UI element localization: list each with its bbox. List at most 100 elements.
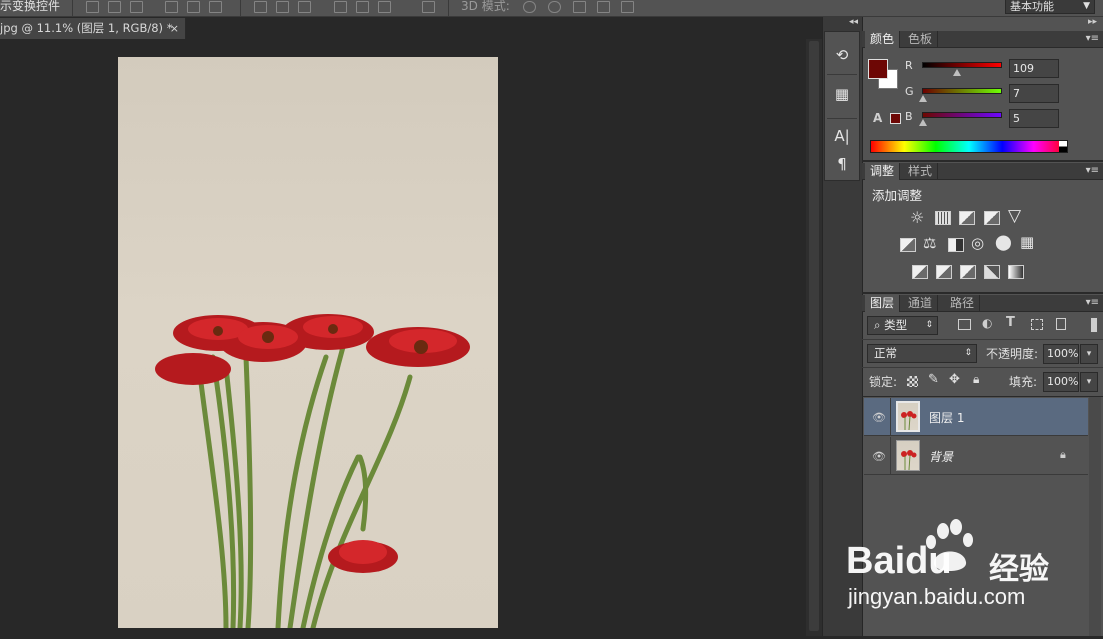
distribute-hcenter-icon[interactable]: [356, 1, 369, 13]
posterize-icon[interactable]: [936, 265, 952, 279]
align-bottom-icon[interactable]: [130, 1, 143, 13]
filter-toggle-switch[interactable]: [1090, 317, 1098, 333]
scrollbar-thumb[interactable]: [809, 41, 819, 631]
3d-properties-icon[interactable]: ▦: [825, 80, 859, 108]
exposure-icon[interactable]: [984, 211, 1000, 225]
visibility-eye-icon[interactable]: 👁︎: [872, 411, 886, 424]
distribute-left-icon[interactable]: [334, 1, 347, 13]
tab-swatches[interactable]: 色板: [903, 31, 939, 48]
align-left-icon[interactable]: [165, 1, 178, 13]
show-transform-controls-label[interactable]: 示变换控件: [0, 0, 60, 14]
divider: [890, 437, 891, 475]
layer-thumbnail[interactable]: [896, 440, 920, 471]
blend-mode-select[interactable]: 正常 ⇕: [867, 344, 977, 363]
foreground-color-swatch[interactable]: [868, 59, 888, 79]
threshold-icon[interactable]: [960, 265, 976, 279]
filter-adjustment-icon[interactable]: ◐: [982, 316, 992, 330]
gradient-map-icon[interactable]: [1008, 265, 1024, 279]
3d-roll-icon[interactable]: [548, 1, 561, 13]
black-white-icon[interactable]: [948, 238, 964, 252]
3d-slide-icon[interactable]: [597, 1, 610, 13]
photo-filter-icon[interactable]: ◎: [971, 234, 984, 252]
panel-menu-icon[interactable]: ▾≡: [1086, 31, 1099, 47]
tab-color[interactable]: 颜色: [865, 31, 901, 48]
lock-all-icon[interactable]: 🔒︎: [973, 372, 979, 387]
distribute-bottom-icon[interactable]: [298, 1, 311, 13]
3d-pan-icon[interactable]: [573, 1, 586, 13]
filter-kind-value: 类型: [884, 318, 908, 332]
auto-align-icon[interactable]: [422, 1, 435, 13]
tab-layers[interactable]: 图层: [865, 295, 901, 312]
character-icon[interactable]: A|: [825, 122, 859, 150]
filter-pixel-icon[interactable]: [958, 319, 971, 330]
brightness-contrast-icon[interactable]: ☼: [910, 208, 924, 227]
r-slider-track[interactable]: [922, 62, 1002, 68]
r-value-input[interactable]: 109: [1009, 59, 1059, 78]
layer-name[interactable]: 背景: [929, 448, 953, 465]
expand-panels-icon[interactable]: ▸▸: [1088, 17, 1097, 27]
color-spectrum-bar[interactable]: [870, 140, 1068, 153]
curves-icon[interactable]: [959, 211, 975, 225]
invert-icon[interactable]: [912, 265, 928, 279]
color-lookup-icon[interactable]: ▦: [1020, 233, 1034, 251]
r-label: R: [905, 59, 913, 72]
workspace-switcher[interactable]: 基本功能 ▼: [1005, 0, 1095, 14]
fill-dropdown-icon[interactable]: ▾: [1080, 372, 1098, 392]
lock-transparent-pixels-icon[interactable]: [907, 376, 918, 387]
tab-adjustments[interactable]: 调整: [865, 163, 901, 180]
channel-mixer-icon[interactable]: ⬤: [995, 233, 1012, 251]
layer-row[interactable]: 👁︎ 背景 🔒︎: [864, 437, 1088, 475]
g-slider-track[interactable]: [922, 88, 1002, 94]
3d-scale-icon[interactable]: [621, 1, 634, 13]
document-image[interactable]: [118, 57, 498, 628]
g-value-input[interactable]: 7: [1009, 84, 1059, 103]
black-white-swatch[interactable]: [1059, 141, 1067, 152]
web-safe-color-swatch[interactable]: [890, 113, 901, 124]
layer-thumbnail[interactable]: [896, 401, 920, 432]
visibility-eye-icon[interactable]: 👁︎: [872, 450, 886, 463]
panel-menu-icon[interactable]: ▾≡: [1086, 163, 1099, 179]
vibrance-icon[interactable]: ▽: [1008, 206, 1021, 226]
distribute-right-icon[interactable]: [378, 1, 391, 13]
tab-channels[interactable]: 通道: [903, 295, 939, 312]
opacity-dropdown-icon[interactable]: ▾: [1080, 344, 1098, 364]
distribute-vcenter-icon[interactable]: [276, 1, 289, 13]
b-slider-thumb[interactable]: [919, 119, 927, 126]
g-slider-thumb[interactable]: [919, 95, 927, 102]
tab-styles[interactable]: 样式: [903, 163, 939, 180]
chevron-down-icon: ▼: [1083, 1, 1090, 11]
layer-filter-kind-select[interactable]: ⌕ 类型 ⇕: [867, 316, 938, 335]
selective-color-icon[interactable]: [984, 265, 1000, 279]
history-icon[interactable]: ⟲: [825, 41, 859, 69]
color-balance-icon[interactable]: ⚖: [923, 234, 936, 252]
align-right-icon[interactable]: [209, 1, 222, 13]
filter-type-icon[interactable]: T: [1006, 315, 1015, 330]
lock-image-pixels-icon[interactable]: ✎: [928, 372, 939, 387]
filter-shape-icon[interactable]: [1031, 319, 1043, 330]
align-vcenter-icon[interactable]: [108, 1, 121, 13]
vertical-scrollbar[interactable]: [806, 39, 822, 636]
hue-saturation-icon[interactable]: [900, 238, 916, 252]
align-hcenter-icon[interactable]: [187, 1, 200, 13]
levels-icon[interactable]: [935, 211, 951, 225]
dock-icon-panel: ⟲ ▦ A| ¶: [824, 31, 860, 181]
align-top-icon[interactable]: [86, 1, 99, 13]
layer-row[interactable]: 👁︎ 图层 1: [864, 398, 1088, 436]
3d-rotate-icon[interactable]: [523, 1, 536, 13]
b-slider-track[interactable]: [922, 112, 1002, 118]
opacity-input[interactable]: 100%: [1043, 344, 1079, 364]
lock-position-icon[interactable]: ✥: [949, 372, 960, 387]
b-value-input[interactable]: 5: [1009, 109, 1059, 128]
paragraph-icon[interactable]: ¶: [825, 150, 859, 178]
out-of-gamut-warning-icon[interactable]: A: [873, 111, 882, 125]
tab-paths[interactable]: 路径: [945, 295, 981, 312]
r-slider-thumb[interactable]: [953, 69, 961, 76]
close-icon[interactable]: ×: [170, 18, 179, 39]
document-tab[interactable]: jpg @ 11.1% (图层 1, RGB/8) * ×: [0, 18, 186, 39]
fill-input[interactable]: 100%: [1043, 372, 1079, 392]
panel-menu-icon[interactable]: ▾≡: [1086, 295, 1099, 311]
layer-name[interactable]: 图层 1: [929, 409, 964, 426]
filter-smart-object-icon[interactable]: [1056, 318, 1066, 330]
collapse-dock-icon[interactable]: ◂◂: [849, 17, 858, 27]
distribute-top-icon[interactable]: [254, 1, 267, 13]
